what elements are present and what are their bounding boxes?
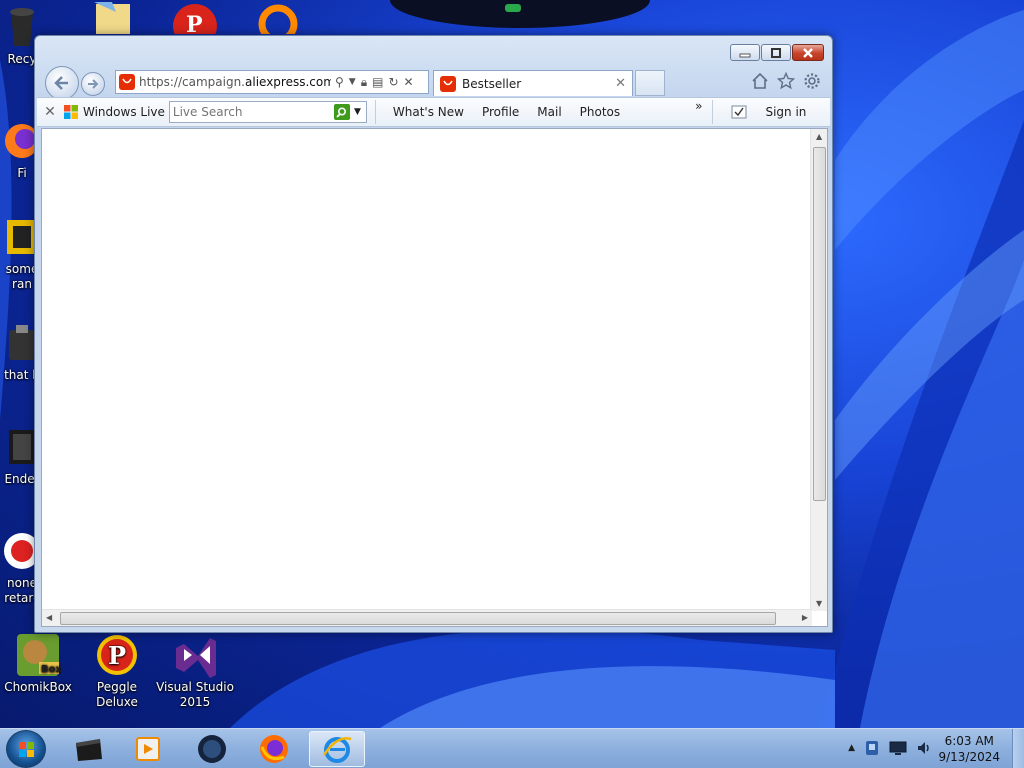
windows-live-brand[interactable]: Windows Live <box>63 104 169 120</box>
clock[interactable]: 6:03 AM 9/13/2024 <box>938 733 1000 765</box>
window-controls <box>730 44 824 61</box>
clock-date: 9/13/2024 <box>938 750 1000 764</box>
desktop-icon-partial-peggle[interactable]: P <box>170 0 220 48</box>
scroll-up-arrow-icon[interactable]: ▲ <box>816 132 822 141</box>
desktop-icon-peggle[interactable]: P Peggle Deluxe <box>77 632 157 710</box>
desktop-icon-chomikbox[interactable]: Box ChomikBox <box>0 632 78 695</box>
address-tools: ⚲ ▼ 🔒︎ ▤ ↻ ✕ <box>335 75 414 90</box>
aliexpress-favicon-icon <box>119 74 135 90</box>
taskbar-explorer[interactable] <box>60 731 116 767</box>
compatibility-view-icon[interactable]: ▤ <box>372 75 383 89</box>
vertical-scrollbar[interactable]: ▲ ▼ <box>810 129 827 611</box>
link-mail[interactable]: Mail <box>528 105 570 119</box>
clock-time: 6:03 AM <box>944 734 994 748</box>
taskbar-internet-explorer[interactable] <box>309 731 365 767</box>
link-profile[interactable]: Profile <box>473 105 528 119</box>
tab-bestseller[interactable]: Bestseller ✕ <box>433 70 633 96</box>
peggle-icon: P <box>94 632 140 678</box>
new-tab-button[interactable] <box>635 70 665 96</box>
desktop-icon-visual-studio[interactable]: Visual Studio 2015 <box>155 632 235 710</box>
internet-explorer-icon <box>322 737 352 763</box>
close-button[interactable] <box>792 44 824 61</box>
tray-app-icon[interactable] <box>864 740 880 756</box>
toolbar-close-icon[interactable]: ✕ <box>37 104 63 120</box>
checkbox-icon[interactable] <box>731 105 747 119</box>
svg-text:P: P <box>186 12 203 34</box>
toolbar-separator <box>712 100 714 124</box>
internet-explorer-window[interactable]: https://campaign.aliexpress.com/w ⚲ ▼ 🔒︎… <box>34 35 833 633</box>
refresh-icon[interactable]: ↻ <box>388 75 398 89</box>
dropdown-arrow-icon[interactable]: ▼ <box>349 77 356 87</box>
taskbar-app[interactable] <box>184 731 240 767</box>
favorites-star-icon[interactable] <box>777 72 795 90</box>
firefox-icon <box>260 735 288 763</box>
scroll-right-arrow-icon[interactable]: ▶ <box>802 613 808 622</box>
tab-title: Bestseller <box>462 76 522 91</box>
minimize-button[interactable] <box>730 44 760 61</box>
toolbar-separator <box>374 100 376 124</box>
toolbar-overflow-chevron-icon[interactable]: » <box>695 99 702 113</box>
page-content-area[interactable]: ▲ ▼ ◀ ▶ <box>41 128 828 627</box>
maximize-icon <box>771 47 781 58</box>
live-search-box[interactable]: ▼ <box>168 101 367 123</box>
browser-command-icons <box>751 72 821 90</box>
search-dropdown-icon[interactable]: ▼ <box>354 107 361 117</box>
search-go-button[interactable] <box>333 104 350 120</box>
home-icon[interactable] <box>751 72 769 90</box>
link-whats-new[interactable]: What's New <box>384 105 473 119</box>
desktop-icon-partial-app[interactable] <box>254 0 304 44</box>
scroll-down-arrow-icon[interactable]: ▼ <box>816 599 822 608</box>
minimize-icon <box>739 53 751 57</box>
url-text[interactable]: https://campaign.aliexpress.com/w <box>139 75 331 89</box>
lock-icon[interactable]: 🔒︎ <box>361 75 367 90</box>
stop-icon[interactable]: ✕ <box>404 75 414 89</box>
close-icon <box>803 47 813 58</box>
peggle-icon: P <box>173 4 217 48</box>
windows-live-toolbar: ✕ Windows Live ▼ What's New Profile Mail… <box>37 97 830 127</box>
explorer-icon <box>76 739 102 761</box>
taskbar-media-player[interactable] <box>120 731 176 767</box>
forward-button[interactable] <box>81 72 105 96</box>
windows-logo-icon <box>64 105 78 119</box>
link-photos[interactable]: Photos <box>571 105 629 119</box>
system-tray: ▲ <box>848 740 932 756</box>
folder-icon <box>94 2 130 34</box>
live-search-input[interactable] <box>172 105 334 119</box>
navigation-row: https://campaign.aliexpress.com/w ⚲ ▼ 🔒︎… <box>43 66 825 100</box>
tab-close-icon[interactable]: ✕ <box>615 76 626 91</box>
windows-logo-icon <box>19 742 34 757</box>
forward-arrow-icon <box>88 79 99 89</box>
search-icon <box>336 106 347 118</box>
tray-expand-arrow-icon[interactable]: ▲ <box>848 743 855 753</box>
app-icon <box>198 735 226 763</box>
svg-text:Box: Box <box>41 664 61 675</box>
vertical-scroll-thumb[interactable] <box>813 147 826 501</box>
horizontal-scroll-thumb[interactable] <box>60 612 776 625</box>
svg-text:P: P <box>108 641 126 670</box>
visual-studio-icon <box>172 632 218 678</box>
media-player-icon <box>136 737 160 761</box>
start-button[interactable] <box>6 730 46 768</box>
sign-in-link[interactable]: Sign in <box>759 105 814 119</box>
search-icon[interactable]: ⚲ <box>335 75 344 89</box>
network-icon[interactable] <box>889 740 907 756</box>
app-icon <box>258 4 298 44</box>
desktop-icon-partial-folder[interactable] <box>88 0 138 37</box>
scroll-left-arrow-icon[interactable]: ◀ <box>46 613 52 622</box>
aliexpress-favicon-icon <box>440 75 456 92</box>
maximize-button[interactable] <box>761 44 791 61</box>
settings-gear-icon[interactable] <box>803 72 821 90</box>
horizontal-scrollbar[interactable]: ◀ ▶ <box>42 609 812 626</box>
show-desktop-button[interactable] <box>1012 729 1024 768</box>
chomikbox-icon: Box <box>15 632 62 678</box>
address-bar[interactable]: https://campaign.aliexpress.com/w ⚲ ▼ 🔒︎… <box>115 70 429 94</box>
back-button[interactable] <box>45 66 79 100</box>
volume-icon[interactable] <box>916 740 932 756</box>
back-arrow-icon <box>54 76 68 90</box>
taskbar-firefox[interactable] <box>246 731 302 767</box>
taskbar: ▲ 6:03 AM 9/13/2024 <box>0 728 1024 768</box>
